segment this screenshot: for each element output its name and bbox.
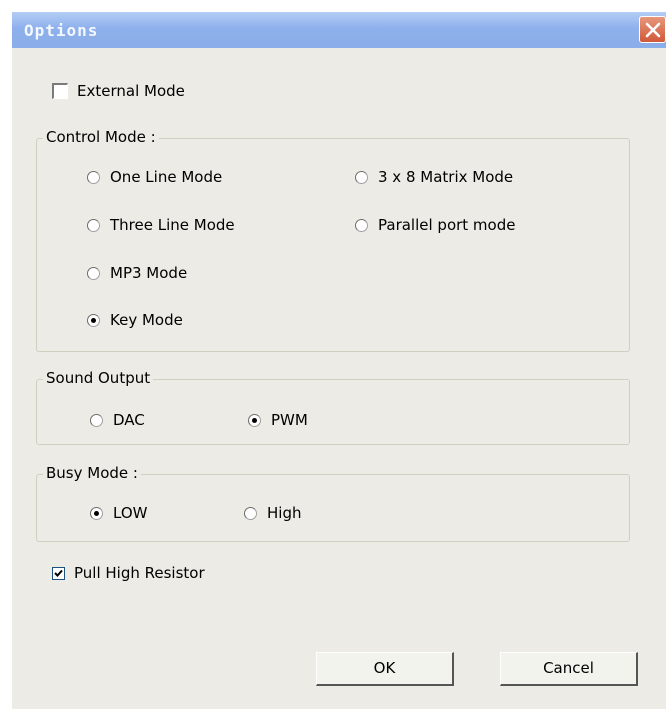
radio-button[interactable]	[248, 413, 261, 427]
options-dialog: Options External Mode Control Mode : One…	[12, 12, 666, 709]
radio-selected-dot	[91, 317, 96, 323]
radio-label: One Line Mode	[110, 168, 223, 186]
radio-label: PWM	[271, 411, 308, 429]
radio-label: High	[267, 504, 302, 522]
radio-high[interactable]: High	[244, 504, 301, 522]
control-mode-legend: Control Mode :	[43, 128, 159, 146]
radio-button[interactable]	[355, 170, 368, 184]
radio-one-line-mode[interactable]: One Line Mode	[87, 168, 222, 186]
radio-button[interactable]	[90, 413, 103, 427]
radio-3x8-matrix-mode[interactable]: 3 x 8 Matrix Mode	[355, 168, 513, 186]
radio-button[interactable]	[87, 266, 100, 280]
close-icon	[645, 22, 661, 38]
radio-label: Key Mode	[110, 311, 183, 329]
radio-button[interactable]	[87, 218, 100, 232]
radio-three-line-mode[interactable]: Three Line Mode	[87, 216, 235, 234]
radio-label: MP3 Mode	[110, 264, 188, 282]
radio-low[interactable]: LOW	[90, 504, 147, 522]
busy-mode-legend: Busy Mode :	[43, 464, 141, 482]
radio-label: Three Line Mode	[110, 216, 235, 234]
external-mode-checkbox[interactable]: External Mode	[52, 82, 185, 100]
radio-mp3-mode[interactable]: MP3 Mode	[87, 264, 187, 282]
radio-button[interactable]	[355, 218, 368, 232]
radio-button[interactable]	[87, 170, 100, 184]
radio-label: Parallel port mode	[378, 216, 516, 234]
external-mode-label: External Mode	[77, 82, 185, 100]
external-mode-box[interactable]	[52, 83, 68, 99]
radio-label: 3 x 8 Matrix Mode	[378, 168, 514, 186]
sound-output-legend: Sound Output	[43, 369, 154, 387]
close-button[interactable]	[639, 16, 666, 43]
pull-high-resistor-box[interactable]	[52, 566, 65, 580]
pull-high-resistor-checkbox[interactable]: Pull High Resistor	[52, 564, 205, 582]
radio-label: DAC	[113, 411, 145, 429]
radio-label: LOW	[113, 504, 148, 522]
checkmark-icon	[54, 569, 63, 577]
radio-dac[interactable]: DAC	[90, 411, 145, 429]
radio-button[interactable]	[90, 506, 103, 520]
title-bar[interactable]: Options	[12, 12, 666, 48]
radio-button[interactable]	[87, 313, 100, 327]
radio-selected-dot	[94, 510, 99, 516]
ok-button[interactable]: OK	[316, 652, 454, 686]
window-title: Options	[24, 21, 99, 40]
cancel-button[interactable]: Cancel	[500, 652, 638, 686]
radio-parallel-port-mode[interactable]: Parallel port mode	[355, 216, 515, 234]
radio-pwm[interactable]: PWM	[248, 411, 308, 429]
pull-high-resistor-label: Pull High Resistor	[74, 564, 205, 582]
radio-button[interactable]	[244, 506, 257, 520]
radio-selected-dot	[252, 417, 257, 423]
radio-key-mode[interactable]: Key Mode	[87, 311, 183, 329]
